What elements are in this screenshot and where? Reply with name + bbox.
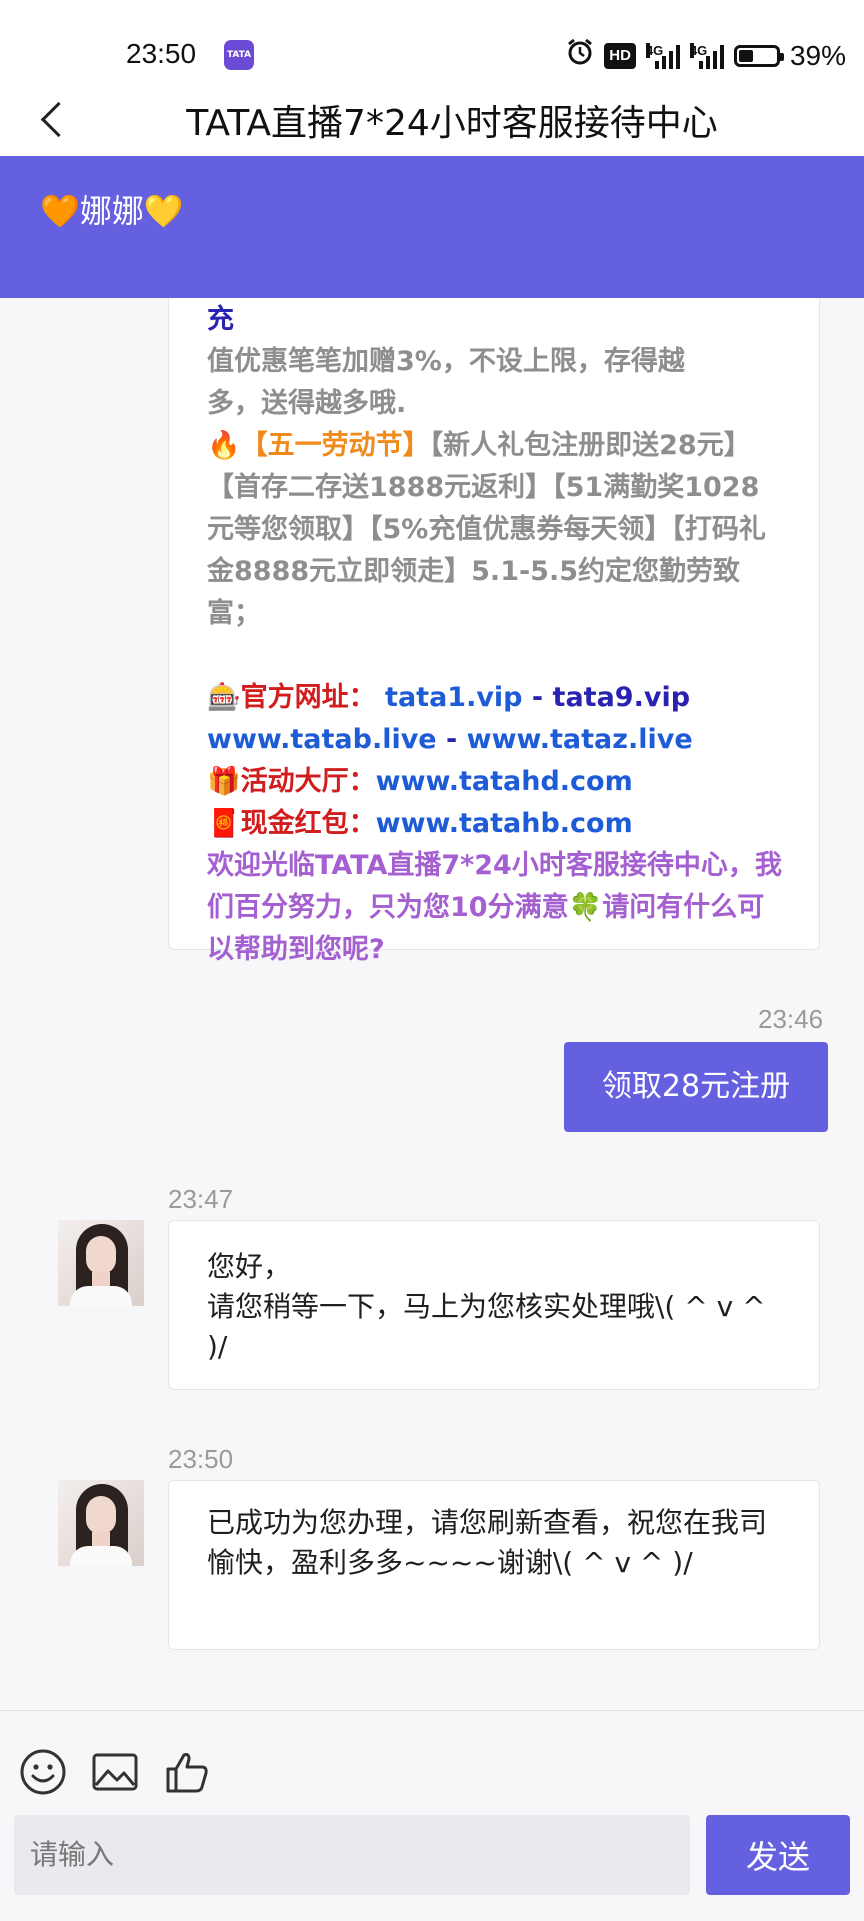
signal-2-icon: 4G [689, 42, 724, 69]
official-url-4[interactable]: www.tataz.live [467, 724, 693, 755]
promo-line-partial: 🔥【Vip+pay+okpay+Gopay】数字钱包充 [207, 304, 234, 335]
official-url-3[interactable]: www.tatab.live [207, 724, 437, 755]
smile-icon[interactable] [18, 1747, 68, 1797]
outgoing-message: 领取28元注册 [564, 1042, 828, 1132]
labor-day-paragraph: 🔥【五一劳动节】【新人礼包注册即送28元】【首存二存送1888元返利】【51满勤… [207, 425, 783, 635]
thumbs-up-icon[interactable] [162, 1747, 212, 1797]
outgoing-timestamp: 23:46 [758, 1004, 824, 1034]
signal-2-label: 4G [689, 42, 708, 58]
promo-line-1: 值优惠笔笔加赠3%，不设上限，存得越 [207, 346, 685, 377]
incoming-timestamp-1: 23:47 [168, 1184, 234, 1214]
promo-line-2: 多，送得越多哦. [207, 388, 407, 419]
welcome-text: 欢迎光临TATA直播7*24小时客服接待中心，我们百分努力，只为您10分满意🍀请… [207, 850, 782, 965]
incoming-2-text: 已成功为您办理，请您刷新查看，祝您在我司愉快，盈利多多~~~~谢谢\( ^ v … [207, 1506, 768, 1579]
official-url-2[interactable]: tata9.vip [553, 682, 690, 713]
redpacket-row: 🧧现金红包：www.tatahb.com [207, 803, 783, 845]
signal-1-icon: 4G [645, 42, 680, 69]
activity-url[interactable]: www.tatahd.com [376, 766, 633, 797]
status-time: 23:50 [126, 38, 197, 69]
incoming-1-line-1: 您好， [207, 1250, 292, 1283]
chat-area[interactable]: 🔥【Vip+pay+okpay+Gopay】数字钱包充 值优惠笔笔加赠3%，不设… [0, 298, 864, 1710]
activity-label: 🎁活动大厅： [207, 766, 376, 797]
status-icons: HD 4G 4G 39% [566, 38, 846, 73]
hd-voice-icon: HD [604, 42, 636, 69]
message-input[interactable] [14, 1815, 690, 1895]
agent-banner: 🧡娜娜💛 [0, 156, 864, 298]
alarm-icon [566, 38, 594, 73]
image-icon[interactable] [90, 1747, 140, 1797]
title-bar: TATA直播7*24小时客服接待中心 [0, 86, 864, 156]
composer: 发送 [0, 1710, 864, 1921]
incoming-timestamp-2: 23:50 [168, 1444, 234, 1474]
url-separator-2: - [446, 724, 458, 755]
official-url-1[interactable]: tata1.vip [385, 682, 522, 713]
battery-fill [738, 49, 753, 62]
agent-avatar[interactable] [58, 1480, 144, 1566]
agent-name: 🧡娜娜💛 [40, 192, 184, 230]
official-url-row: 🎰官方网址： tata1.vip - tata9.vip [207, 677, 783, 719]
incoming-message-2: 已成功为您办理，请您刷新查看，祝您在我司愉快，盈利多多~~~~谢谢\( ^ v … [168, 1480, 820, 1650]
signal-1-label: 4G [645, 42, 664, 58]
promo-message: 🔥【Vip+pay+okpay+Gopay】数字钱包充 值优惠笔笔加赠3%，不设… [168, 298, 820, 965]
official-url-label: 🎰官方网址： [207, 682, 376, 713]
labor-day-tag: 🔥【五一劳动节】 [207, 430, 430, 461]
activity-row: 🎁活动大厅：www.tatahd.com [207, 761, 783, 803]
tata-app-icon: TATA [224, 40, 254, 70]
page-title: TATA直播7*24小时客服接待中心 [186, 103, 718, 144]
redpacket-label: 🧧现金红包： [207, 808, 376, 839]
send-button[interactable]: 发送 [706, 1815, 850, 1895]
official-url-row-2: www.tatab.live - www.tataz.live [207, 719, 783, 761]
incoming-message-1: 您好， 请您稍等一下，马上为您核实处理哦\( ^ v ^ )/ [168, 1220, 820, 1390]
agent-avatar[interactable] [58, 1220, 144, 1306]
battery-percent: 39% [789, 39, 846, 71]
redpacket-url[interactable]: www.tatahb.com [376, 808, 633, 839]
battery-icon [733, 44, 784, 67]
status-bar: 23:50 TATA HD 4G 4G 39% [0, 0, 864, 86]
incoming-1-line-2: 请您稍等一下，马上为您核实处理哦\( ^ v ^ )/ [207, 1290, 766, 1363]
url-separator: - [531, 682, 544, 713]
